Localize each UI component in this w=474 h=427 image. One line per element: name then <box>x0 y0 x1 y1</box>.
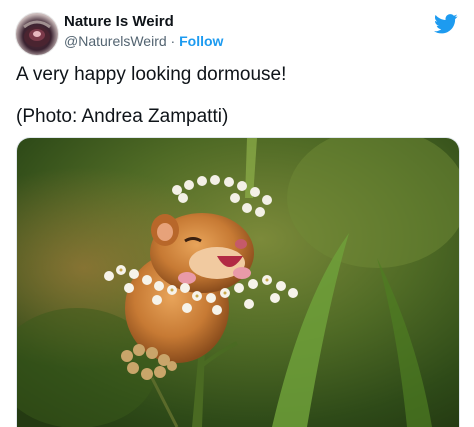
avatar[interactable] <box>15 12 59 56</box>
twitter-bird-icon[interactable] <box>434 14 458 34</box>
author-subline: @NaturelsWeird · Follow <box>64 32 223 50</box>
author-block: Nature Is Weird @NaturelsWeird · Follow <box>64 13 223 50</box>
tweet-text-line-1: A very happy looking dormouse! <box>16 64 287 85</box>
tweet-card: Nature Is Weird @NaturelsWeird · Follow … <box>0 0 474 427</box>
tweet-text-line-2: (Photo: Andrea Zampatti) <box>16 106 229 127</box>
tweet-photo[interactable] <box>16 137 460 427</box>
display-name[interactable]: Nature Is Weird <box>64 13 223 31</box>
separator: · <box>170 33 176 49</box>
follow-button[interactable]: Follow <box>179 33 223 49</box>
handle[interactable]: @NaturelsWeird <box>64 33 167 49</box>
